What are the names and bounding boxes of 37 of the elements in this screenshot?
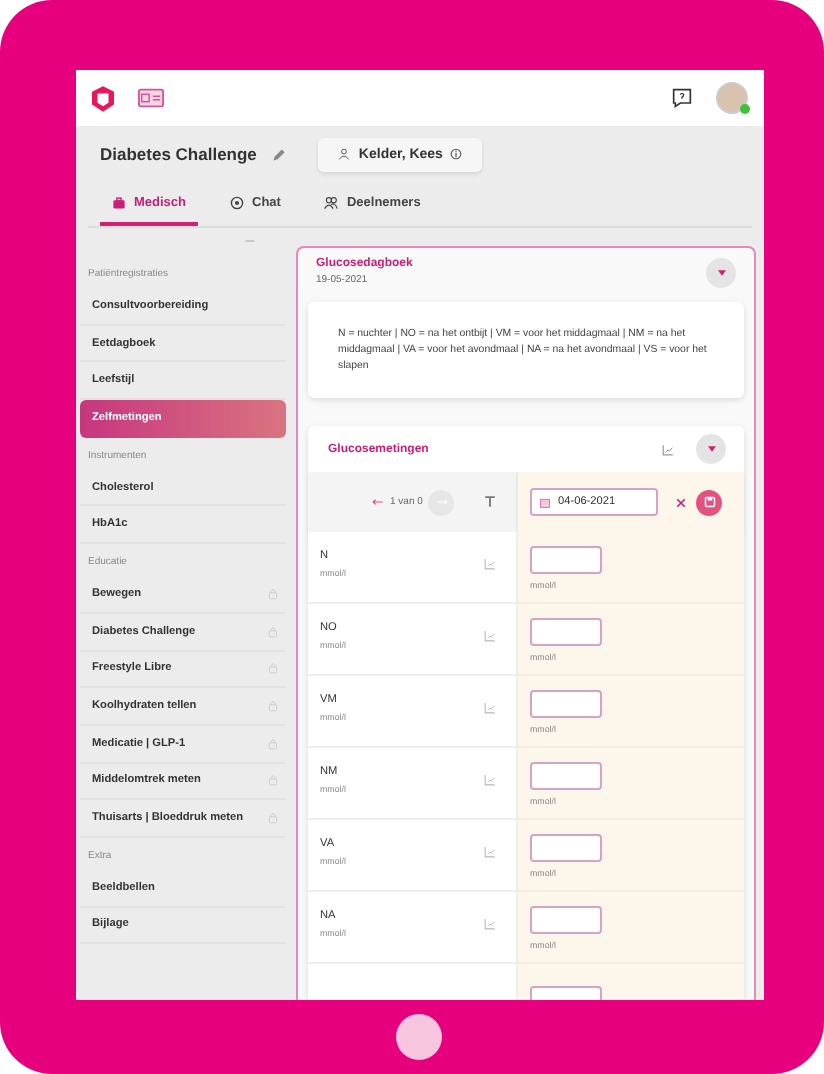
chart-icon[interactable] (662, 443, 674, 456)
pencil-icon[interactable] (272, 147, 287, 161)
save-icon (703, 496, 715, 509)
caret-icon (717, 270, 725, 276)
info-icon (450, 148, 463, 160)
chart-icon[interactable] (484, 629, 496, 642)
value-field[interactable] (530, 545, 602, 574)
collapse-button[interactable] (706, 258, 736, 288)
avatar[interactable] (716, 82, 748, 114)
id-card-icon[interactable] (138, 88, 164, 108)
people-icon (324, 195, 339, 209)
next-button[interactable] (428, 489, 455, 516)
caret-icon (707, 446, 715, 453)
arrow-right-icon (435, 498, 448, 507)
chart-icon[interactable] (484, 557, 496, 570)
value-field[interactable] (530, 689, 602, 718)
chart-icon[interactable] (484, 845, 496, 858)
value-field[interactable] (530, 905, 602, 934)
chart-icon[interactable] (484, 773, 496, 786)
chart-icon[interactable] (484, 917, 496, 930)
collapse-button[interactable] (696, 434, 726, 465)
value-field[interactable] (530, 833, 602, 862)
value-field[interactable] (530, 761, 602, 790)
collapse-handle-icon[interactable] (242, 238, 258, 244)
close-icon[interactable] (676, 497, 686, 508)
calendar-icon (540, 497, 550, 508)
home-button[interactable] (396, 1014, 442, 1060)
help-icon[interactable] (672, 88, 692, 108)
page-title: Diabetes Challenge (100, 144, 257, 164)
online-status-icon (740, 104, 750, 114)
chart-icon[interactable] (484, 701, 496, 714)
previous-arrow-icon[interactable] (372, 498, 384, 507)
save-button[interactable] (696, 489, 722, 516)
logo-icon (92, 85, 114, 111)
person-icon (338, 148, 351, 160)
briefcase-icon (112, 195, 126, 209)
value-field[interactable] (530, 617, 602, 646)
